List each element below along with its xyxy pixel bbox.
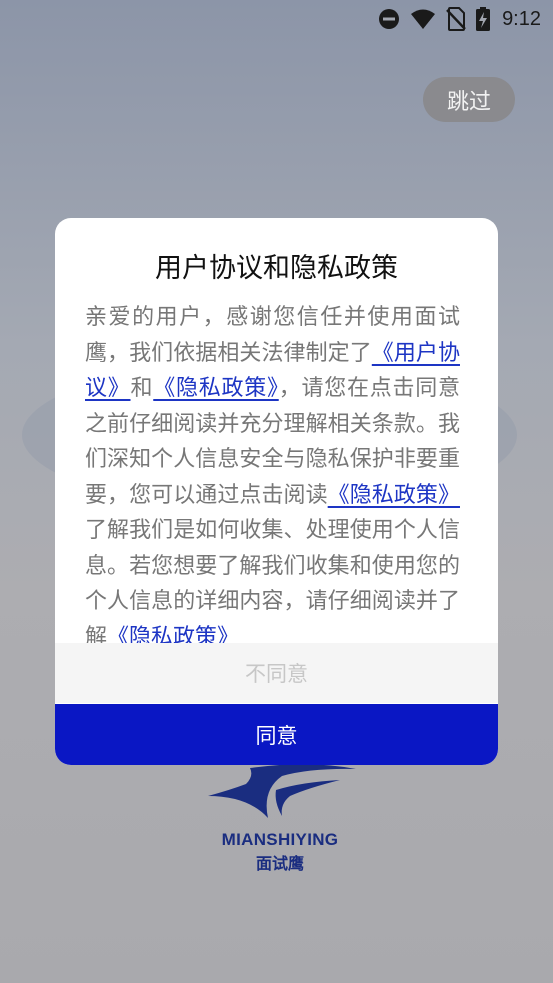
logo-wordmark: MIANSHIYING bbox=[221, 830, 339, 849]
privacy-dialog: 用户协议和隐私政策 亲爱的用户，感谢您信任并使用面试鹰，我们依据相关法律制定了《… bbox=[55, 218, 498, 765]
status-time: 9:12 bbox=[502, 7, 541, 30]
body-text-and: 和 bbox=[130, 376, 154, 401]
status-bar: 9:12 bbox=[0, 0, 553, 38]
status-icons: 9:12 bbox=[378, 6, 541, 32]
dialog-title: 用户协议和隐私政策 bbox=[155, 253, 398, 284]
dialog-body: 亲爱的用户，感谢您信任并使用面试鹰，我们依据相关法律制定了《用户协议》和《隐私政… bbox=[85, 300, 460, 655]
privacy-policy-link[interactable]: 《隐私政策》 bbox=[153, 376, 278, 401]
eagle-icon bbox=[208, 764, 356, 818]
do-not-disturb-icon bbox=[378, 8, 400, 30]
wifi-icon bbox=[410, 8, 436, 30]
agree-button[interactable]: 同意 bbox=[55, 704, 498, 765]
logo-chinese-name: 面试鹰 bbox=[255, 854, 304, 873]
disagree-button[interactable]: 不同意 bbox=[55, 643, 498, 703]
app-logo: MIANSHIYING 面试鹰 bbox=[190, 760, 370, 880]
privacy-policy-link-2[interactable]: 《隐私政策》 bbox=[328, 483, 460, 508]
battery-charging-icon bbox=[476, 7, 491, 31]
skip-button[interactable]: 跳过 bbox=[423, 77, 515, 122]
no-sim-icon bbox=[446, 7, 466, 31]
